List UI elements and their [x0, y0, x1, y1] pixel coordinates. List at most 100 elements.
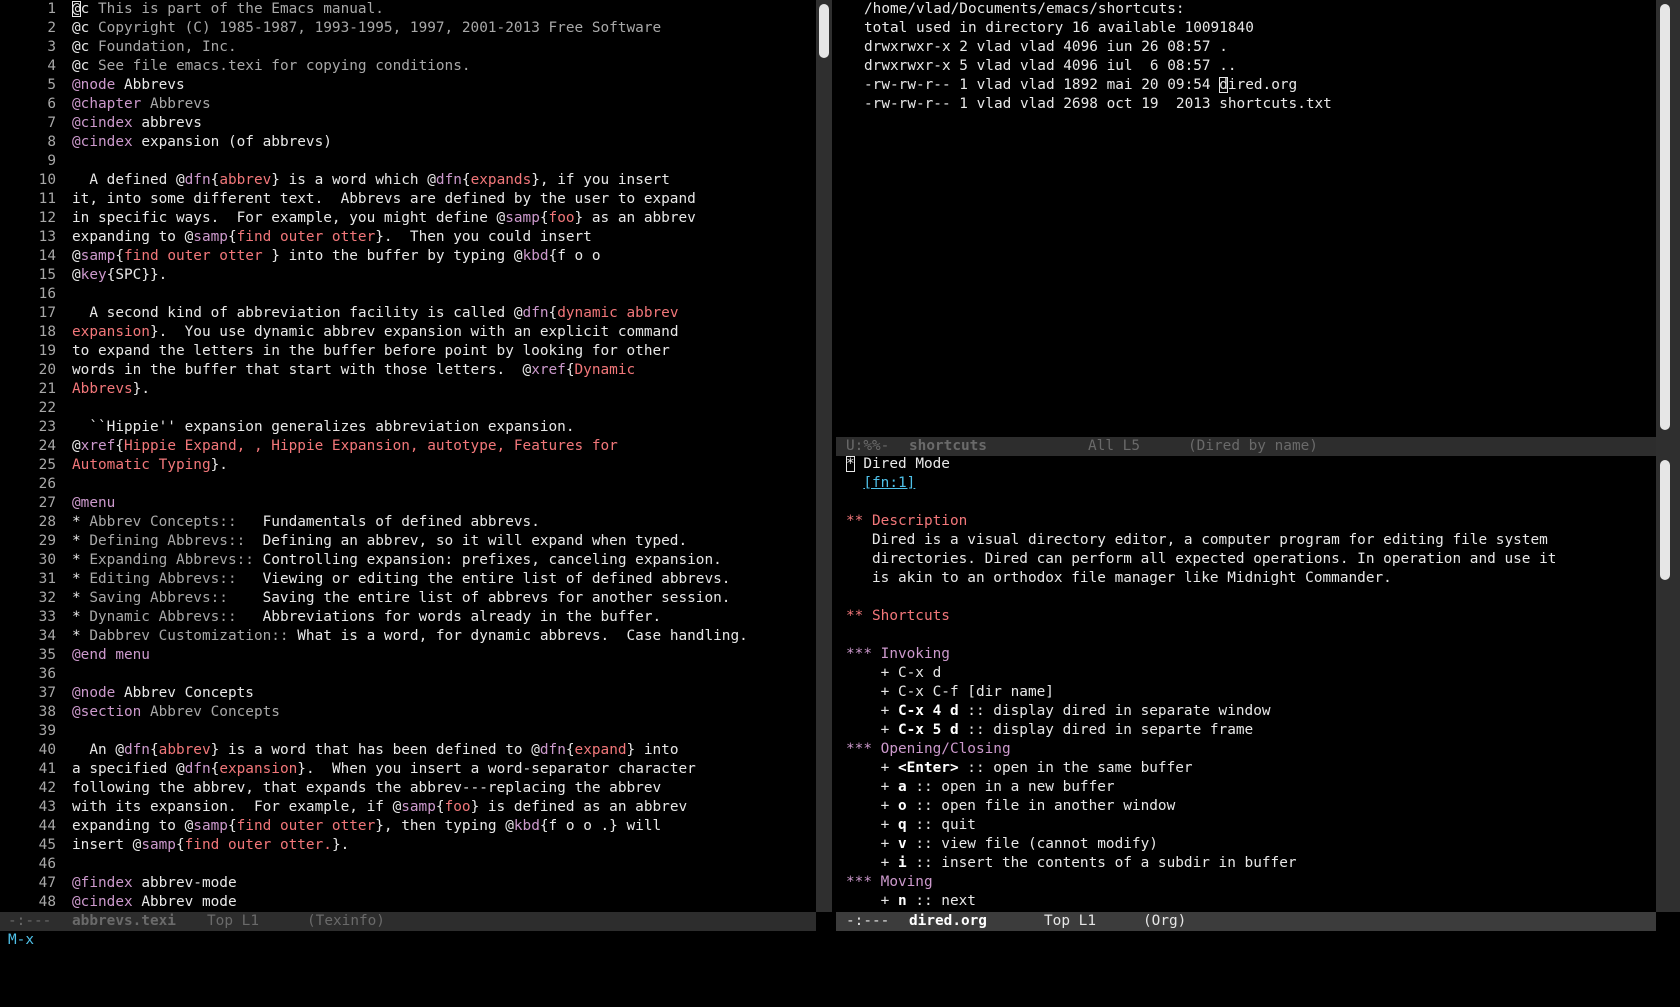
buffer-line[interactable]: + q :: quit [846, 816, 1556, 835]
buffer-line[interactable]: + n :: next [846, 892, 1556, 911]
buffer-line[interactable]: expanding to @samp{find outer otter}, th… [72, 817, 748, 836]
buffer-line[interactable]: A second kind of abbreviation facility i… [72, 304, 748, 323]
buffer-line[interactable]: insert @samp{find outer otter.}. [72, 836, 748, 855]
buffer-line[interactable] [72, 285, 748, 304]
buffer-line[interactable]: * Abbrev Concepts:: Fundamentals of defi… [72, 513, 748, 532]
left-scrollbar-thumb[interactable] [819, 4, 829, 58]
buffer-line[interactable]: @xref{Hippie Expand, , Hippie Expansion,… [72, 437, 748, 456]
org-scrollbar-thumb[interactable] [1660, 460, 1670, 580]
buffer-line[interactable]: drwxrwxr-x 5 vlad vlad 4096 iul 6 08:57 … [864, 57, 1332, 76]
buffer-line[interactable]: Abbrevs}. [72, 380, 748, 399]
mode-line-major-mode[interactable]: (Texinfo) [307, 912, 385, 931]
minibuffer-prompt[interactable]: M-x [8, 931, 34, 950]
buffer-line[interactable] [72, 665, 748, 684]
buffer-line[interactable]: ** Description [846, 512, 1556, 531]
buffer-line[interactable]: -rw-rw-r-- 1 vlad vlad 1892 mai 20 09:54… [864, 76, 1332, 95]
minibuffer[interactable]: M-x [0, 931, 1680, 963]
buffer-line[interactable]: @node Abbrevs [72, 76, 748, 95]
mode-line-buffer-name[interactable]: abbrevs.texi [72, 912, 176, 931]
buffer-line[interactable]: following the abbrev, that expands the a… [72, 779, 748, 798]
buffer-line[interactable]: * Saving Abbrevs:: Saving the entire lis… [72, 589, 748, 608]
buffer-line[interactable]: @cindex expansion (of abbrevs) [72, 133, 748, 152]
buffer-line[interactable]: + a :: open in a new buffer [846, 778, 1556, 797]
dired-window[interactable]: /home/vlad/Documents/emacs/shortcuts: tot… [836, 0, 1656, 436]
buffer-line[interactable]: * Dabbrev Customization:: What is a word… [72, 627, 748, 646]
text-segment: dfn [184, 761, 211, 777]
buffer-line[interactable]: @findex abbrev-mode [72, 874, 748, 893]
texinfo-buffer-text[interactable]: @c This is part of the Emacs manual. @c C… [72, 0, 748, 912]
buffer-line[interactable]: [fn:1] [846, 474, 1556, 493]
buffer-line[interactable]: + o :: open file in another window [846, 797, 1556, 816]
buffer-line[interactable]: with its expansion. For example, if @sam… [72, 798, 748, 817]
text-segment: * [72, 609, 90, 625]
buffer-line[interactable]: + C-x 4 d :: display dired in separate w… [846, 702, 1556, 721]
buffer-line[interactable] [846, 626, 1556, 645]
buffer-line[interactable]: *** Invoking [846, 645, 1556, 664]
buffer-line[interactable]: * Dynamic Abbrevs:: Abbreviations for wo… [72, 608, 748, 627]
buffer-line[interactable]: @section Abbrev Concepts [72, 703, 748, 722]
buffer-line[interactable]: *** Opening/Closing [846, 740, 1556, 759]
buffer-line[interactable]: An @dfn{abbrev} is a word that has been … [72, 741, 748, 760]
buffer-line[interactable]: -rw-rw-r-- 1 vlad vlad 2698 oct 19 2013 … [864, 95, 1332, 114]
buffer-line[interactable]: in specific ways. For example, you might… [72, 209, 748, 228]
buffer-line[interactable]: + C-x C-f [dir name] [846, 683, 1556, 702]
buffer-line[interactable]: drwxrwxr-x 2 vlad vlad 4096 iun 26 08:57… [864, 38, 1332, 57]
buffer-line[interactable]: words in the buffer that start with thos… [72, 361, 748, 380]
buffer-line[interactable]: @samp{find outer otter } into the buffer… [72, 247, 748, 266]
buffer-line[interactable]: + <Enter> :: open in the same buffer [846, 759, 1556, 778]
buffer-line[interactable]: *** Moving [846, 873, 1556, 892]
texinfo-editor-window[interactable]: @c This is part of the Emacs manual. @c C… [0, 0, 816, 912]
buffer-line[interactable]: Dired is a visual directory editor, a co… [846, 531, 1556, 550]
buffer-line[interactable]: @c This is part of the Emacs manual. [72, 0, 748, 19]
buffer-line[interactable]: @menu [72, 494, 748, 513]
buffer-line[interactable]: @key{SPC}}. [72, 266, 748, 285]
buffer-line[interactable]: @cindex Abbrev mode [72, 893, 748, 912]
buffer-line[interactable]: a specified @dfn{expansion}. When you in… [72, 760, 748, 779]
buffer-line[interactable] [846, 588, 1556, 607]
buffer-line[interactable]: directories. Dired can perform all expec… [846, 550, 1556, 569]
buffer-line[interactable]: to expand the letters in the buffer befo… [72, 342, 748, 361]
buffer-line[interactable] [72, 855, 748, 874]
buffer-line[interactable]: ** Shortcuts [846, 607, 1556, 626]
mode-line-buffer-name[interactable]: shortcuts [909, 437, 987, 456]
buffer-line[interactable] [72, 722, 748, 741]
buffer-line[interactable]: it, into some different text. Abbrevs ar… [72, 190, 748, 209]
buffer-line[interactable]: @c Copyright (C) 1985-1987, 1993-1995, 1… [72, 19, 748, 38]
mode-line-major-mode[interactable]: (Dired by name) [1188, 437, 1318, 456]
buffer-line[interactable]: + C-x d [846, 664, 1556, 683]
buffer-line[interactable]: * Editing Abbrevs:: Viewing or editing t… [72, 570, 748, 589]
buffer-line[interactable]: @c See file emacs.texi for copying condi… [72, 57, 748, 76]
buffer-line[interactable]: @c Foundation, Inc. [72, 38, 748, 57]
org-buffer-text[interactable]: * Dired Mode [fn:1] ** Description Dired … [846, 455, 1556, 911]
buffer-line[interactable]: expanding to @samp{find outer otter}. Th… [72, 228, 748, 247]
mode-line-major-mode[interactable]: (Org) [1143, 912, 1186, 931]
buffer-line[interactable]: expansion}. You use dynamic abbrev expan… [72, 323, 748, 342]
buffer-line[interactable]: + C-x 5 d :: display dired in separte fr… [846, 721, 1556, 740]
dired-scrollbar-thumb[interactable] [1660, 4, 1670, 430]
mode-line-buffer-name[interactable]: dired.org [909, 912, 987, 931]
buffer-line[interactable] [72, 475, 748, 494]
text-segment: }. [210, 457, 228, 473]
buffer-line[interactable]: A defined @dfn{abbrev} is a word which @… [72, 171, 748, 190]
text-segment: find outer otter [236, 229, 376, 245]
buffer-line[interactable] [72, 152, 748, 171]
org-window[interactable]: * Dired Mode [fn:1] ** Description Dired … [836, 455, 1656, 912]
buffer-line[interactable]: is akin to an orthodox file manager like… [846, 569, 1556, 588]
buffer-line[interactable]: * Defining Abbrevs:: Defining an abbrev,… [72, 532, 748, 551]
buffer-line[interactable]: Automatic Typing}. [72, 456, 748, 475]
buffer-line[interactable]: * Dired Mode [846, 455, 1556, 474]
buffer-line[interactable]: + v :: view file (cannot modify) [846, 835, 1556, 854]
buffer-line[interactable]: @cindex abbrevs [72, 114, 748, 133]
buffer-line[interactable]: * Expanding Abbrevs:: Controlling expans… [72, 551, 748, 570]
buffer-line[interactable]: @node Abbrev Concepts [72, 684, 748, 703]
buffer-line[interactable]: + i :: insert the contents of a subdir i… [846, 854, 1556, 873]
buffer-line[interactable]: total used in directory 16 available 100… [864, 19, 1332, 38]
buffer-line[interactable]: ``Hippie'' expansion generalizes abbrevi… [72, 418, 748, 437]
buffer-line[interactable]: /home/vlad/Documents/emacs/shortcuts: [864, 0, 1332, 19]
buffer-line[interactable]: @end menu [72, 646, 748, 665]
buffer-line[interactable] [846, 493, 1556, 512]
dired-buffer-text[interactable]: /home/vlad/Documents/emacs/shortcuts: tot… [864, 0, 1332, 114]
left-scrollbar-track[interactable] [816, 0, 832, 912]
buffer-line[interactable] [72, 399, 748, 418]
buffer-line[interactable]: @chapter Abbrevs [72, 95, 748, 114]
